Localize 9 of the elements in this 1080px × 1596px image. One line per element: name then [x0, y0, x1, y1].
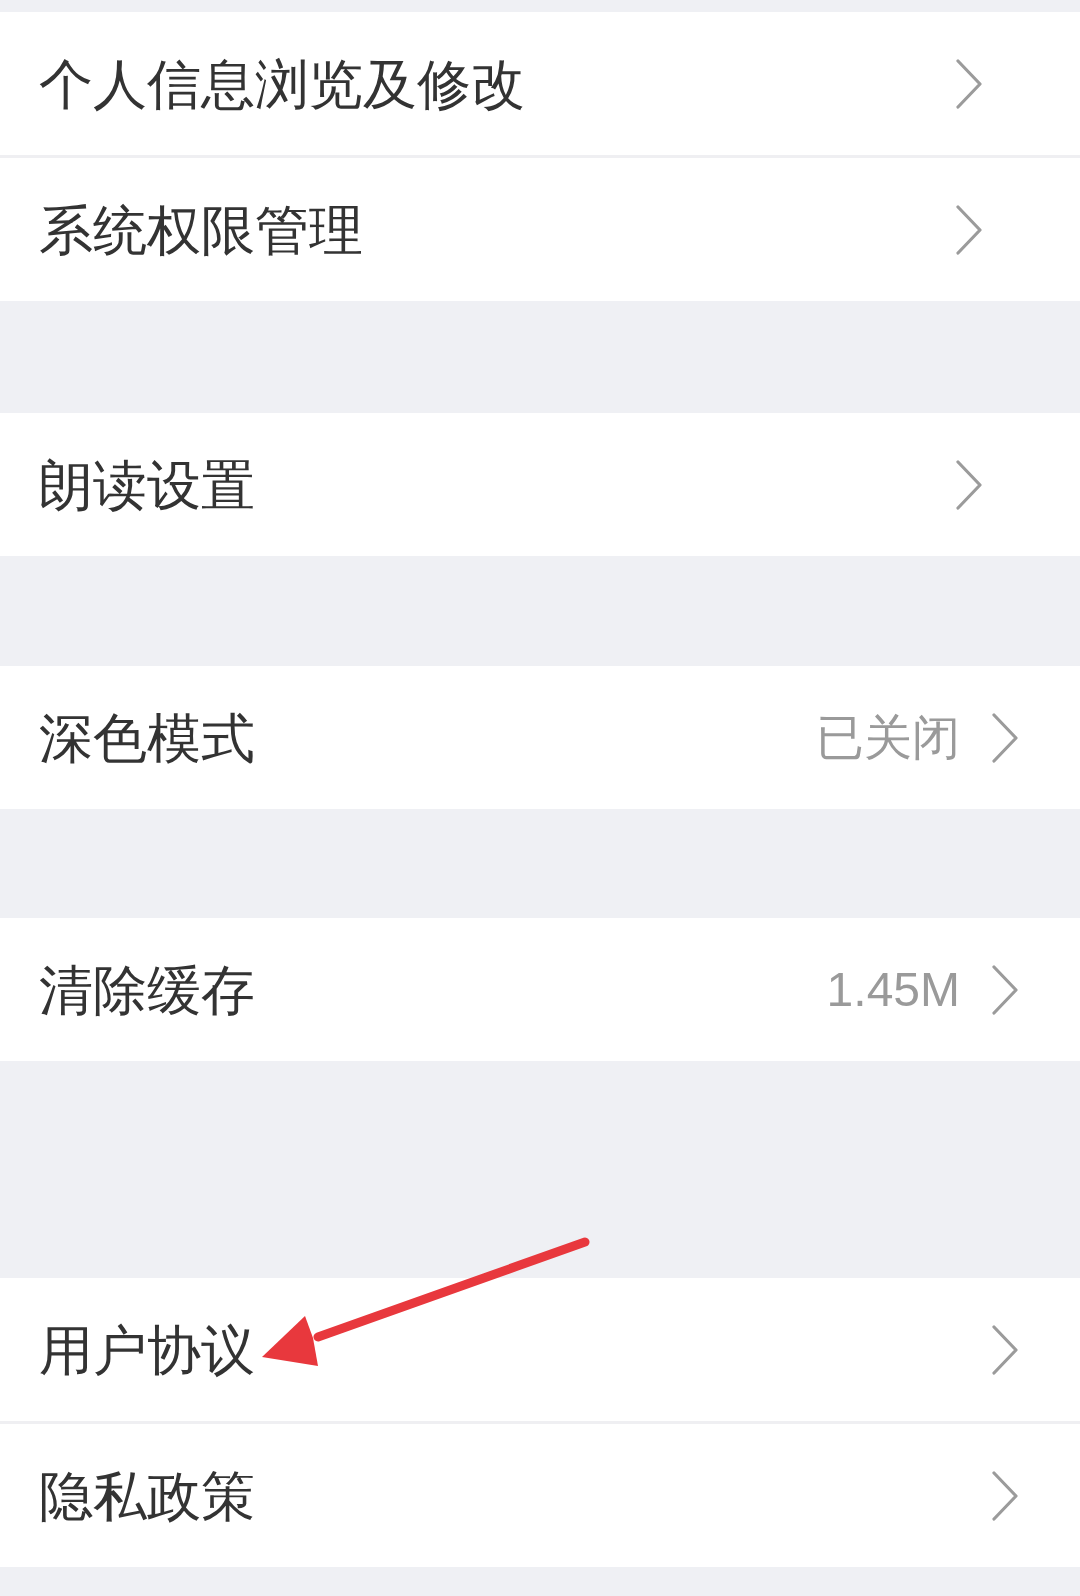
- chevron-right-icon: [956, 459, 982, 510]
- chevron-right-icon: [992, 1324, 1018, 1375]
- chevron-right-icon: [956, 58, 982, 109]
- chevron-right-icon: [956, 204, 982, 255]
- chevron-right-icon: [992, 964, 1018, 1015]
- chevron-right-icon: [992, 1470, 1018, 1521]
- value-text: 已关闭: [816, 713, 960, 762]
- value-text: 1.45M: [826, 965, 960, 1014]
- chevron-right-icon: [992, 712, 1018, 763]
